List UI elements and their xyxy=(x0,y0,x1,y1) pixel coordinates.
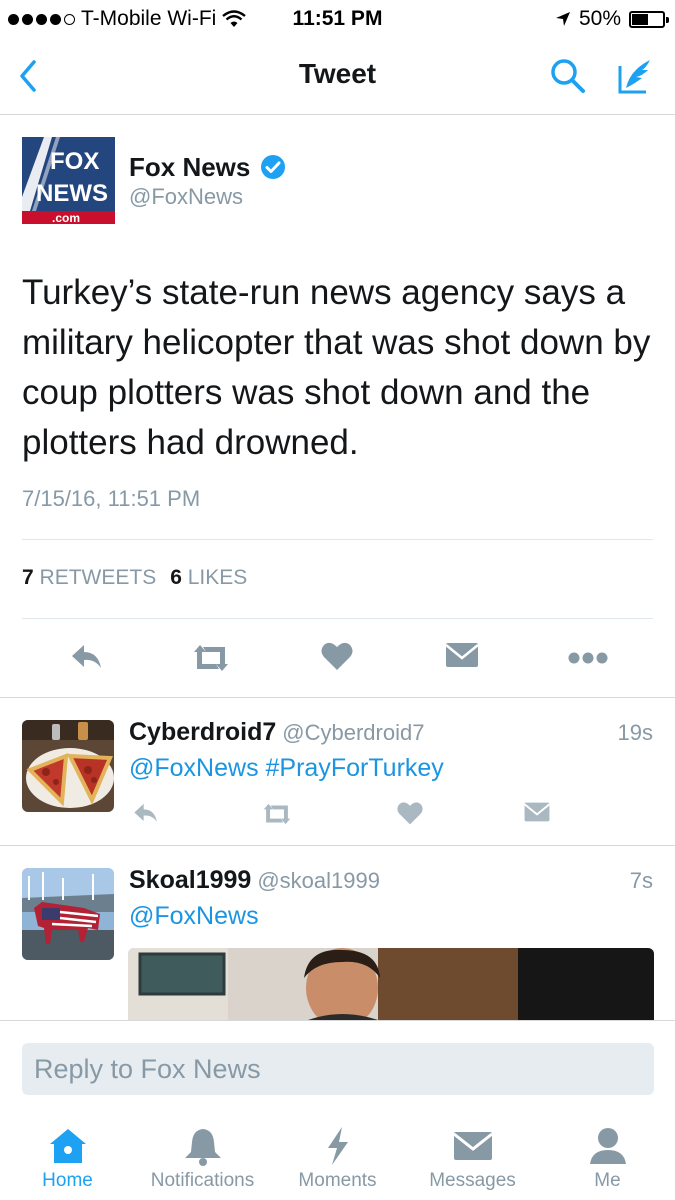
fox-news-logo: FOX NEWS .com xyxy=(22,137,115,225)
battery-icon xyxy=(629,10,669,28)
location-arrow-icon xyxy=(555,12,570,26)
reply-composer xyxy=(0,1020,675,1110)
avatar[interactable] xyxy=(22,868,114,960)
like-heart-icon[interactable] xyxy=(320,640,354,672)
tab-me[interactable]: Me xyxy=(540,1110,675,1200)
reply-author-handle: @Cyberdroid7 xyxy=(282,720,425,745)
tab-home[interactable]: Home xyxy=(0,1110,135,1200)
status-right: 50% xyxy=(555,7,669,31)
logo-text-top: FOX xyxy=(50,148,99,175)
tweet-stats: 7 RETWEETS 6 LIKES xyxy=(22,566,247,590)
direct-message-icon[interactable] xyxy=(523,800,551,824)
flag-horse-avatar-image xyxy=(22,868,114,960)
like-count: 6 xyxy=(170,566,182,589)
home-icon xyxy=(49,1129,86,1163)
tweet-timestamp: 7/15/16, 11:51 PM xyxy=(22,486,201,511)
reply-author-handle: @skoal1999 xyxy=(257,868,380,893)
tab-label: Home xyxy=(42,1170,93,1191)
tab-label: Notifications xyxy=(150,1170,255,1191)
reply-author[interactable]: Cyberdroid7 @Cyberdroid7 xyxy=(129,718,424,747)
reply-text[interactable]: @FoxNews xyxy=(129,902,259,931)
like-label: LIKES xyxy=(187,566,248,589)
retweet-label: RETWEETS xyxy=(39,566,157,589)
more-options-icon[interactable] xyxy=(568,652,608,664)
lightning-icon xyxy=(327,1127,348,1165)
reply-actions xyxy=(129,800,559,830)
tab-label: Me xyxy=(594,1170,621,1191)
reply-time: 19s xyxy=(617,720,653,745)
nav-bar: Tweet xyxy=(0,38,675,115)
author-name[interactable]: Fox News xyxy=(129,152,250,183)
person-icon xyxy=(589,1128,626,1164)
fox-news-avatar[interactable]: FOX NEWS .com xyxy=(22,137,115,225)
reply-tweet[interactable]: Cyberdroid7 @Cyberdroid7 19s @FoxNews #Pr… xyxy=(0,698,675,844)
tab-label: Moments xyxy=(298,1170,377,1191)
tab-notifications[interactable]: Notifications xyxy=(135,1110,270,1200)
bell-icon xyxy=(184,1129,221,1166)
retweet-count: 7 xyxy=(22,566,34,589)
tweet-actions xyxy=(0,630,675,690)
tab-messages[interactable]: Messages xyxy=(405,1110,540,1200)
tab-label: Messages xyxy=(429,1170,516,1191)
reply-icon[interactable] xyxy=(131,800,161,828)
pizza-avatar-image xyxy=(22,720,114,812)
search-icon[interactable] xyxy=(548,56,588,96)
verified-badge-icon xyxy=(261,155,285,179)
reply-text[interactable]: @FoxNews #PrayForTurkey xyxy=(129,754,444,783)
divider xyxy=(22,539,653,540)
tweet-text: Turkey’s state-run news agency says a mi… xyxy=(22,273,651,462)
retweets-stat[interactable]: 7 RETWEETS xyxy=(22,566,156,590)
reply-media-image[interactable] xyxy=(128,948,654,1020)
like-heart-icon[interactable] xyxy=(396,800,424,826)
envelope-icon xyxy=(452,1132,493,1160)
reply-author-name: Skoal1999 xyxy=(129,866,252,894)
direct-message-icon[interactable] xyxy=(444,640,480,670)
retweet-icon[interactable] xyxy=(259,800,295,828)
tab-bar: Home Notifications Moments Messages Me xyxy=(0,1110,675,1200)
avatar[interactable] xyxy=(22,720,114,812)
reply-time: 7s xyxy=(629,868,653,893)
battery-level xyxy=(632,13,648,25)
likes-stat[interactable]: 6 LIKES xyxy=(170,566,247,590)
divider xyxy=(22,618,653,619)
reply-author[interactable]: Skoal1999 @skoal1999 xyxy=(129,866,380,895)
media-photo xyxy=(128,948,654,1020)
tab-moments[interactable]: Moments xyxy=(270,1110,405,1200)
retweet-icon[interactable] xyxy=(188,640,234,676)
author-handle[interactable]: @FoxNews xyxy=(129,184,243,210)
reply-icon[interactable] xyxy=(68,640,106,676)
logo-text-com: .com xyxy=(52,211,80,224)
status-bar: T-Mobile Wi-Fi 11:51 PM 50% xyxy=(0,0,675,38)
logo-text-bottom: NEWS xyxy=(36,180,108,207)
reply-author-name: Cyberdroid7 xyxy=(129,718,277,746)
compose-tweet-icon[interactable] xyxy=(612,54,656,98)
battery-percent: 50% xyxy=(578,7,621,30)
reply-input[interactable] xyxy=(22,1043,654,1095)
